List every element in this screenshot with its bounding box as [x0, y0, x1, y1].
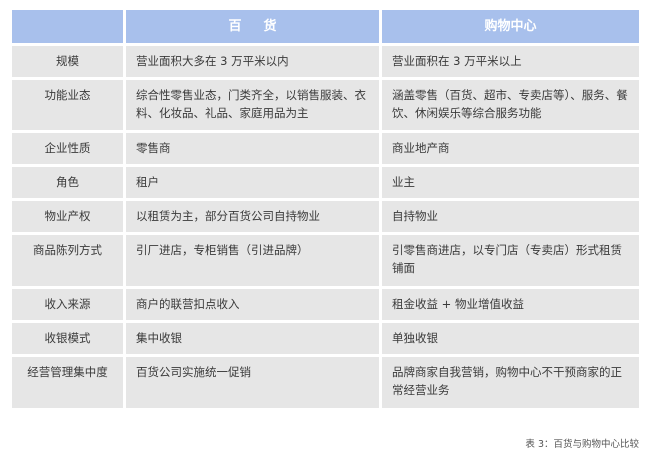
department-store-cell: 综合性零售业态，门类齐全，以销售服装、衣料、化妆品、礼品、家庭用品为主	[126, 80, 379, 130]
department-store-cell: 商户的联营扣点收入	[126, 289, 379, 320]
shopping-mall-cell: 业主	[382, 167, 639, 198]
table-row: 商品陈列方式 引厂进店，专柜销售（引进品牌） 引零售商进店，以专门店（专卖店）形…	[12, 235, 639, 286]
table-row: 角色 租户 业主	[12, 167, 639, 198]
header-cell-department-store: 百货	[126, 10, 379, 43]
department-store-cell: 零售商	[126, 133, 379, 164]
table-row: 收入来源 商户的联营扣点收入 租金收益 + 物业增值收益	[12, 289, 639, 320]
row-label: 规模	[12, 46, 123, 77]
department-store-cell: 以租赁为主，部分百货公司自持物业	[126, 201, 379, 232]
table-row: 企业性质 零售商 商业地产商	[12, 133, 639, 164]
department-store-cell: 百货公司实施统一促销	[126, 357, 379, 408]
shopping-mall-cell: 引零售商进店，以专门店（专卖店）形式租赁铺面	[382, 235, 639, 286]
comparison-table: 百货 购物中心 规模 营业面积大多在 3 万平米以内 营业面积在 3 万平米以上…	[12, 10, 639, 411]
shopping-mall-cell: 品牌商家自我营销，购物中心不干预商家的正常经营业务	[382, 357, 639, 408]
department-store-cell: 集中收银	[126, 323, 379, 354]
header-cell-shopping-mall: 购物中心	[382, 10, 639, 43]
shopping-mall-cell: 营业面积在 3 万平米以上	[382, 46, 639, 77]
row-label: 收入来源	[12, 289, 123, 320]
shopping-mall-cell: 涵盖零售（百货、超市、专卖店等）、服务、餐饮、休闲娱乐等综合服务功能	[382, 80, 639, 130]
row-label: 企业性质	[12, 133, 123, 164]
table-caption: 表 3：百货与购物中心比较	[525, 439, 639, 450]
shopping-mall-cell: 自持物业	[382, 201, 639, 232]
table-row: 经营管理集中度 百货公司实施统一促销 品牌商家自我营销，购物中心不干预商家的正常…	[12, 357, 639, 408]
table-row: 规模 营业面积大多在 3 万平米以内 营业面积在 3 万平米以上	[12, 46, 639, 77]
row-label: 收银模式	[12, 323, 123, 354]
department-store-cell: 租户	[126, 167, 379, 198]
row-label: 物业产权	[12, 201, 123, 232]
shopping-mall-cell: 商业地产商	[382, 133, 639, 164]
shopping-mall-cell: 租金收益 + 物业增值收益	[382, 289, 639, 320]
shopping-mall-cell: 单独收银	[382, 323, 639, 354]
row-label: 功能业态	[12, 80, 123, 130]
row-label: 经营管理集中度	[12, 357, 123, 408]
department-store-cell: 营业面积大多在 3 万平米以内	[126, 46, 379, 77]
row-label: 商品陈列方式	[12, 235, 123, 286]
row-label: 角色	[12, 167, 123, 198]
department-store-cell: 引厂进店，专柜销售（引进品牌）	[126, 235, 379, 286]
table-row: 收银模式 集中收银 单独收银	[12, 323, 639, 354]
header-cell-empty	[12, 10, 123, 43]
table-row: 物业产权 以租赁为主，部分百货公司自持物业 自持物业	[12, 201, 639, 232]
table-row: 功能业态 综合性零售业态，门类齐全，以销售服装、衣料、化妆品、礼品、家庭用品为主…	[12, 80, 639, 130]
table-header-row: 百货 购物中心	[12, 10, 639, 43]
